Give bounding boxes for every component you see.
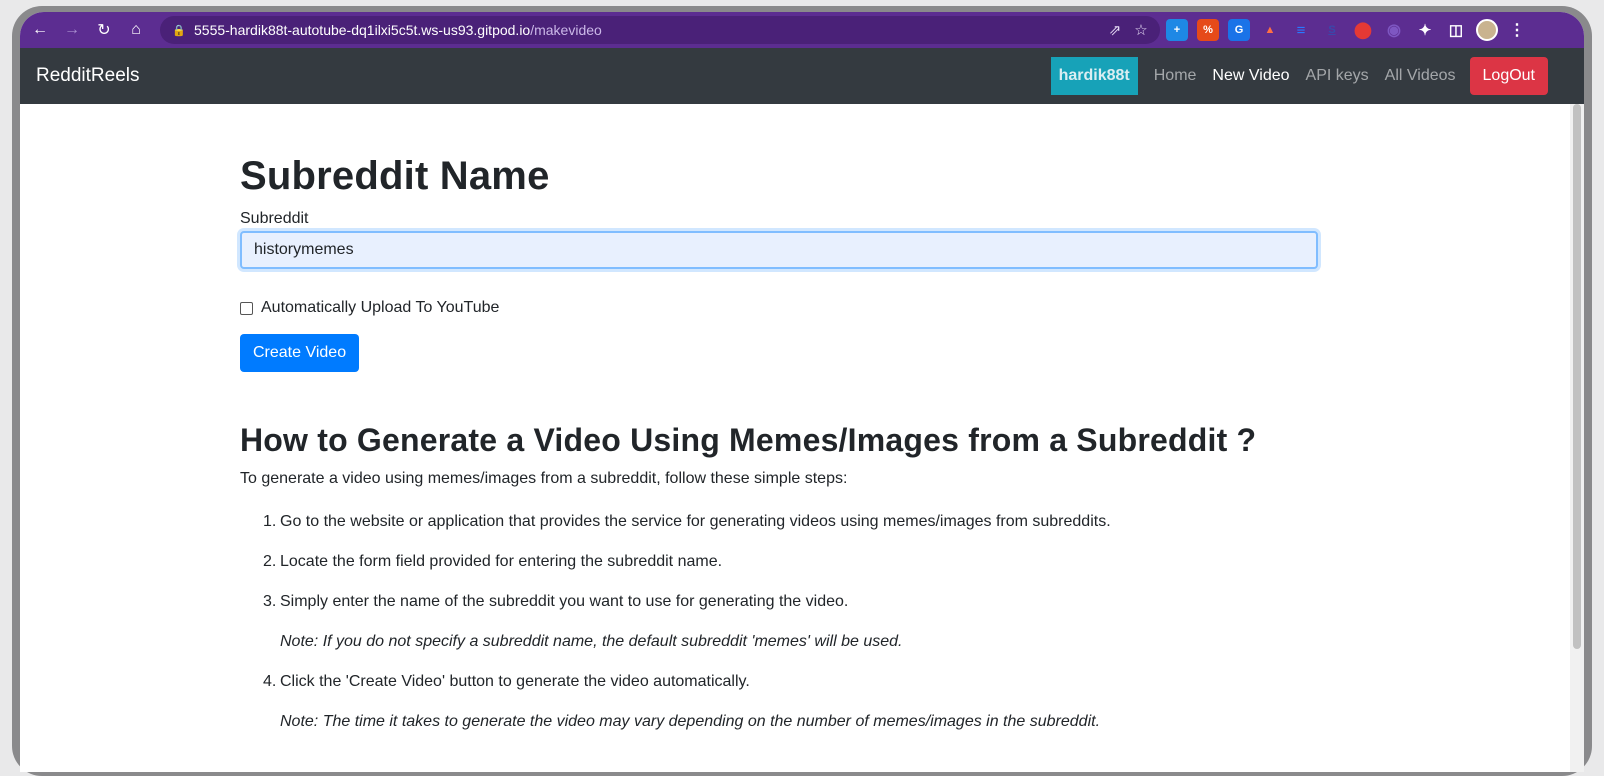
lock-icon[interactable]: 🔒 bbox=[172, 24, 186, 37]
step-text: Simply enter the name of the subreddit y… bbox=[280, 593, 849, 610]
menu-icon[interactable]: ⋮ bbox=[1506, 19, 1528, 41]
nav-home[interactable]: Home bbox=[1146, 67, 1205, 85]
reload-icon[interactable]: ↻ bbox=[92, 18, 116, 42]
page-title: Subreddit Name bbox=[240, 154, 550, 198]
subreddit-label: Subreddit bbox=[240, 210, 309, 227]
list-item: 4. Click the 'Create Video' button to gen… bbox=[240, 662, 1240, 702]
help-heading: How to Generate a Video Using Memes/Imag… bbox=[240, 422, 1257, 458]
browser-toolbar: ← → ↻ ⌂ 🔒 5555-hardik88t-autotube-dq1ilx… bbox=[20, 12, 1584, 48]
share-icon[interactable]: ⇗ bbox=[1102, 21, 1128, 39]
steps-list: 1. Go to the website or application that … bbox=[240, 502, 1240, 742]
list-item: 2. Locate the form field provided for ent… bbox=[240, 542, 1240, 582]
auto-upload-row: Automatically Upload To YouTube bbox=[240, 299, 499, 317]
home-icon[interactable]: ⌂ bbox=[124, 18, 148, 42]
percent-extension-icon[interactable]: % bbox=[1197, 19, 1219, 41]
bird-extension-icon[interactable]: ▲ bbox=[1259, 19, 1281, 41]
logout-button[interactable]: LogOut bbox=[1469, 57, 1548, 95]
create-video-button[interactable]: Create Video bbox=[240, 334, 360, 372]
step-number: 4. bbox=[263, 673, 277, 690]
step-note: Note: The time it takes to generate the … bbox=[280, 713, 1101, 730]
s-extension-icon[interactable]: S bbox=[1321, 19, 1343, 41]
profile-avatar[interactable] bbox=[1476, 19, 1498, 41]
url-text[interactable]: 5555-hardik88t-autotube-dq1ilxi5c5t.ws-u… bbox=[194, 22, 602, 38]
brain-extension-icon[interactable]: ◉ bbox=[1383, 19, 1405, 41]
extensions-puzzle-icon[interactable]: ✦ bbox=[1414, 19, 1436, 41]
scrollbar-thumb[interactable] bbox=[1573, 104, 1581, 649]
page-scrollbar[interactable] bbox=[1570, 104, 1584, 772]
lines-extension-icon[interactable]: ≡ bbox=[1290, 19, 1312, 41]
address-bar[interactable]: 🔒 5555-hardik88t-autotube-dq1ilxi5c5t.ws… bbox=[160, 16, 1160, 44]
username-badge: hardik88t bbox=[1050, 57, 1138, 95]
site-navbar: RedditReels hardik88t Home New Video API… bbox=[20, 48, 1584, 104]
step-number: 3. bbox=[263, 593, 277, 610]
nav-api-keys[interactable]: API keys bbox=[1298, 67, 1377, 85]
auto-upload-label[interactable]: Automatically Upload To YouTube bbox=[261, 299, 499, 317]
step-number: 1. bbox=[263, 513, 277, 530]
help-intro: To generate a video using memes/images f… bbox=[240, 470, 848, 487]
list-item: 3. Simply enter the name of the subreddit… bbox=[240, 582, 1240, 622]
list-item: 1. Go to the website or application that … bbox=[240, 502, 1240, 542]
auto-upload-checkbox[interactable] bbox=[240, 301, 253, 315]
url-path: /makevideo bbox=[530, 22, 602, 38]
step-number: 2. bbox=[263, 553, 277, 570]
step-text: Locate the form field provided for enter… bbox=[280, 553, 723, 570]
shield-extension-icon[interactable]: ⬤ bbox=[1352, 19, 1374, 41]
translate-extension-icon[interactable]: G bbox=[1228, 19, 1250, 41]
nav-links: hardik88t Home New Video API keys All Vi… bbox=[1050, 56, 1548, 96]
nav-new-video[interactable]: New Video bbox=[1204, 67, 1297, 85]
star-icon[interactable]: ☆ bbox=[1128, 21, 1154, 39]
step-text: Go to the website or application that pr… bbox=[280, 513, 1111, 530]
back-icon[interactable]: ← bbox=[28, 18, 52, 42]
step-text: Click the 'Create Video' button to gener… bbox=[280, 673, 750, 690]
extensions-tray: + % G ▲ ≡ S ⬤ ◉ ✦ ◫ ⋮ bbox=[1166, 18, 1537, 42]
step-note: Note: If you do not specify a subreddit … bbox=[280, 633, 903, 650]
nav-all-videos[interactable]: All Videos bbox=[1377, 67, 1464, 85]
forward-icon[interactable]: → bbox=[60, 18, 84, 42]
subreddit-input[interactable]: historymemes bbox=[240, 231, 1318, 269]
plus-extension-icon[interactable]: + bbox=[1166, 19, 1188, 41]
brand-logo[interactable]: RedditReels bbox=[36, 65, 140, 87]
url-host: 5555-hardik88t-autotube-dq1ilxi5c5t.ws-u… bbox=[194, 22, 531, 38]
sidepanel-icon[interactable]: ◫ bbox=[1445, 19, 1467, 41]
browser-window: ← → ↻ ⌂ 🔒 5555-hardik88t-autotube-dq1ilx… bbox=[20, 12, 1584, 772]
